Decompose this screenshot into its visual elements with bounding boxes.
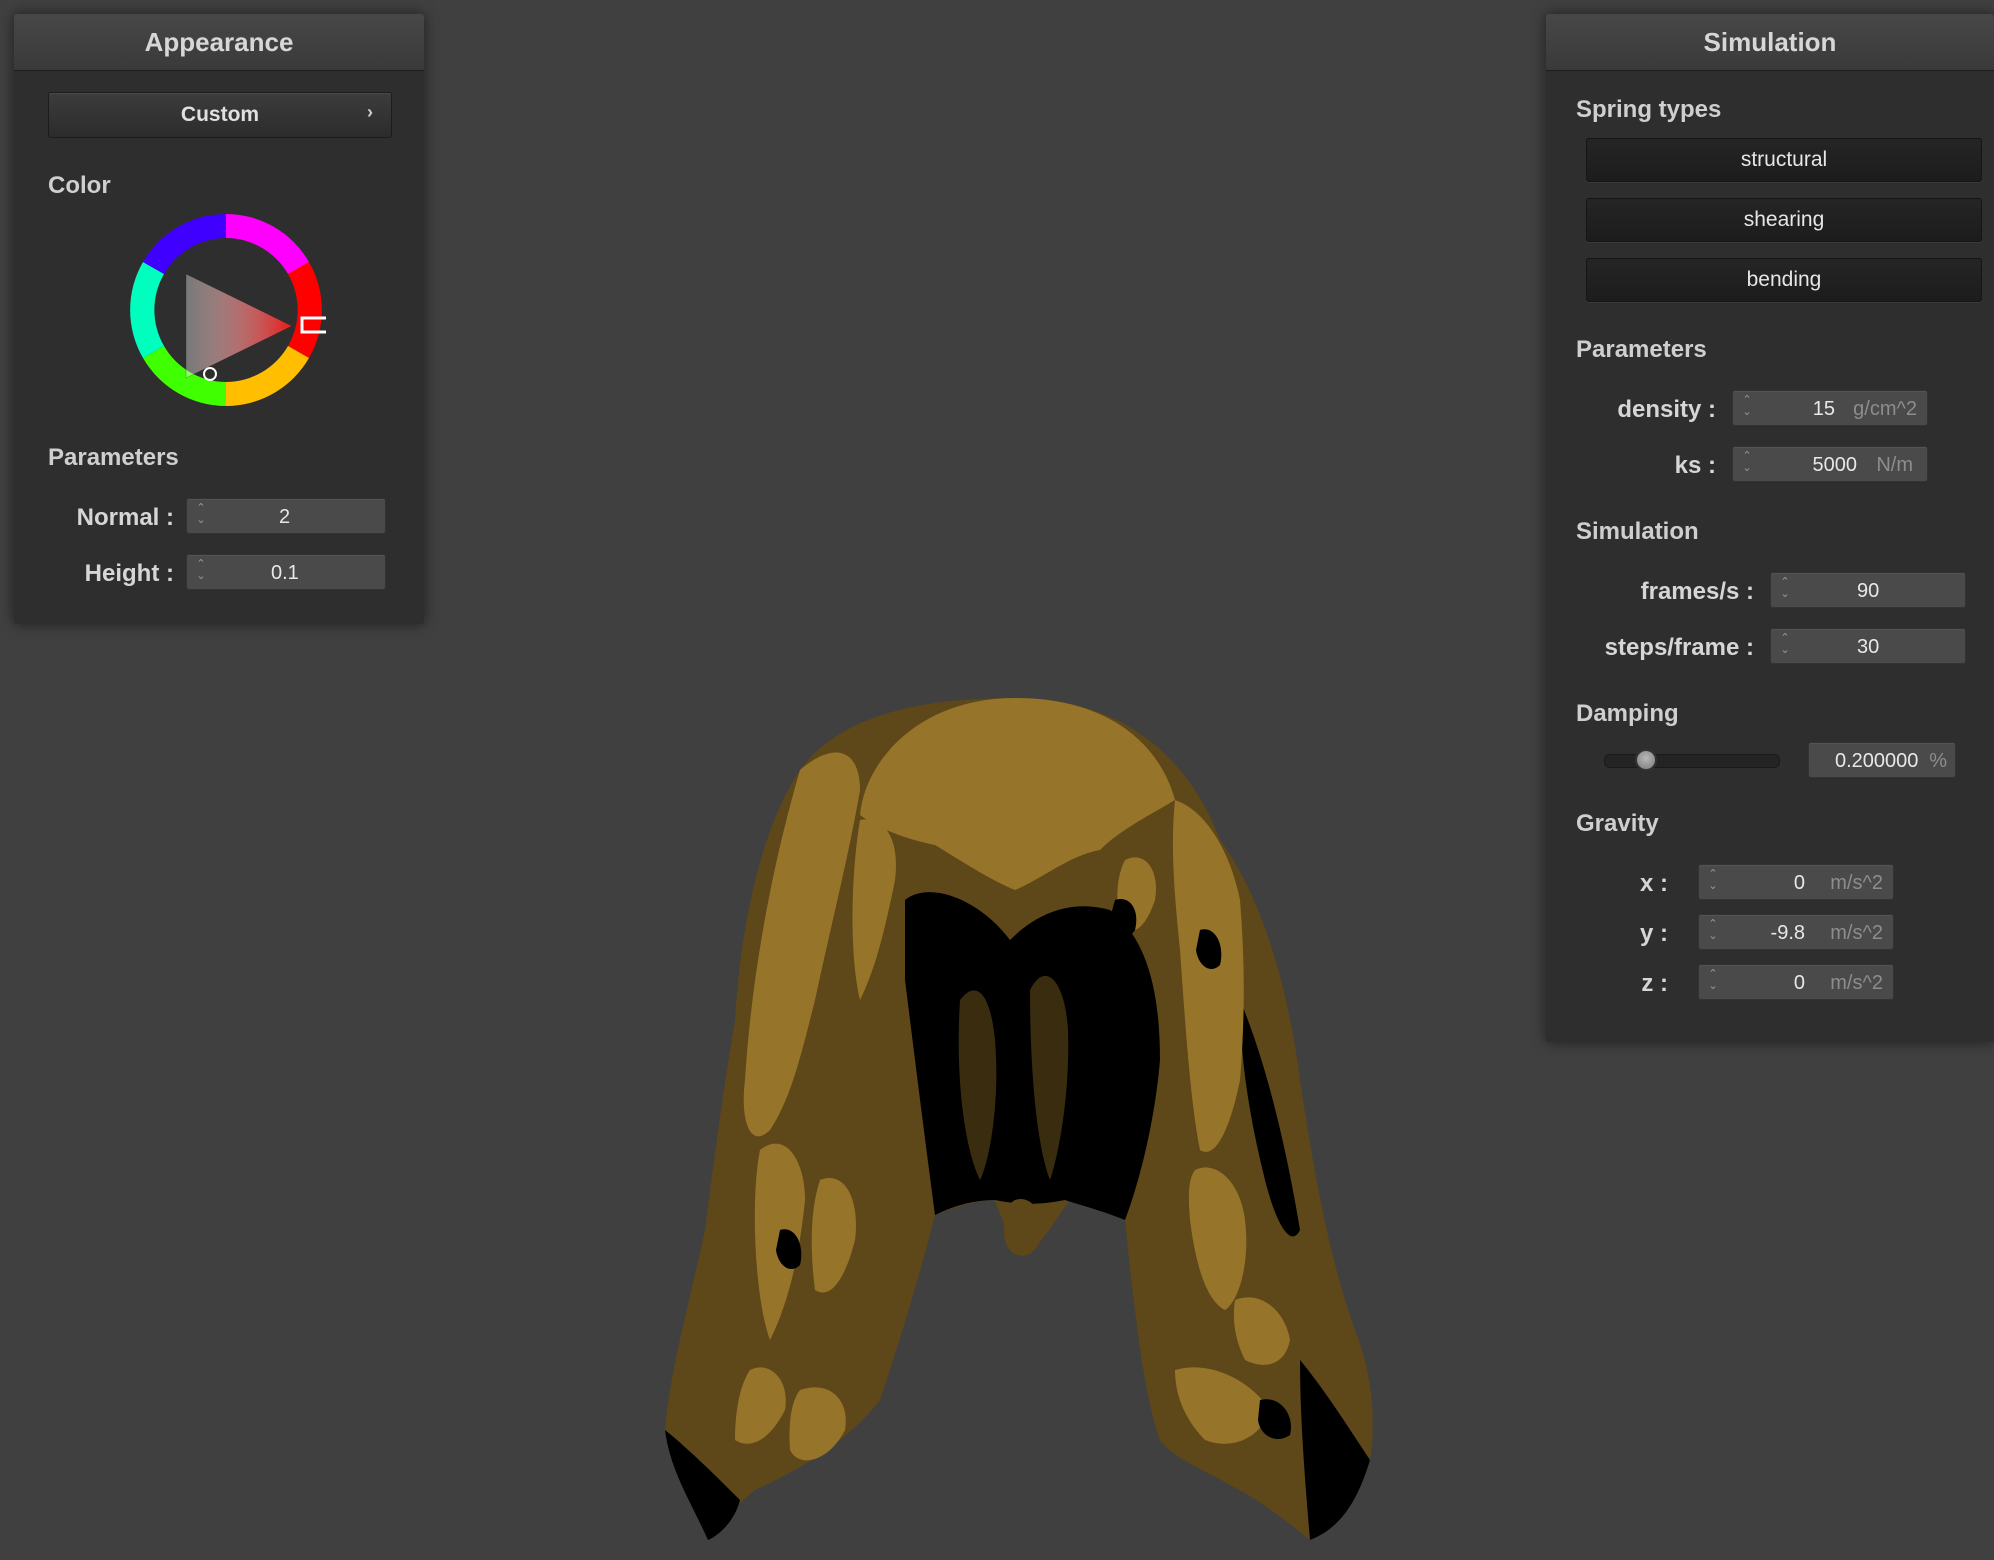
shearing-button[interactable]: shearing: [1586, 198, 1982, 242]
ks-spinner-icon[interactable]: ⌃ ⌄: [1741, 450, 1753, 478]
ks-input[interactable]: ⌃ ⌄ 5000 N/m: [1732, 446, 1928, 482]
gravity-y-spinner-icon[interactable]: ⌃ ⌄: [1707, 918, 1719, 946]
height-input[interactable]: ⌃ ⌄ 0.1: [186, 554, 386, 590]
normal-value: 2: [279, 506, 291, 528]
damping-slider[interactable]: [1604, 749, 1780, 771]
simulation-rate-title: Simulation: [1576, 518, 1699, 545]
density-input[interactable]: ⌃ ⌄ 15 g/cm^2: [1732, 390, 1928, 426]
steps-input[interactable]: ⌃ ⌄ 30: [1770, 628, 1966, 664]
damping-unit: %: [1929, 750, 1947, 772]
gravity-z-spinner-icon[interactable]: ⌃ ⌄: [1707, 968, 1719, 996]
gravity-title: Gravity: [1576, 810, 1659, 837]
gravity-y-label: y :: [1639, 920, 1668, 947]
gravity-y-value: -9.8: [1770, 922, 1805, 944]
preset-label: Custom: [180, 103, 260, 126]
steps-spinner-icon[interactable]: ⌃ ⌄: [1779, 632, 1791, 660]
height-value: 0.1: [271, 562, 299, 584]
color-section-title: Color: [48, 172, 111, 199]
ks-label: ks :: [1674, 452, 1716, 479]
gravity-z-input[interactable]: ⌃ ⌄ 0 m/s^2: [1698, 964, 1894, 1000]
damping-slider-thumb[interactable]: [1635, 749, 1658, 771]
simulation-panel: Simulation Spring types structural shear…: [1546, 14, 1994, 1042]
damping-title: Damping: [1576, 700, 1679, 727]
fps-input[interactable]: ⌃ ⌄ 90: [1770, 572, 1966, 608]
gravity-x-spinner-icon[interactable]: ⌃ ⌄: [1707, 868, 1719, 896]
fps-label: frames/s :: [1640, 578, 1754, 605]
normal-input[interactable]: ⌃ ⌄ 2: [186, 498, 386, 534]
damping-value: 0.200000: [1835, 750, 1919, 772]
fps-spinner-icon[interactable]: ⌃ ⌄: [1779, 576, 1791, 604]
fps-value: 90: [1857, 580, 1880, 602]
appearance-panel-title[interactable]: Appearance: [14, 14, 424, 71]
simulation-panel-title[interactable]: Simulation: [1546, 14, 1994, 71]
gravity-x-value: 0: [1793, 872, 1805, 894]
spring-types-title: Spring types: [1576, 96, 1722, 123]
height-label: Height :: [84, 560, 174, 587]
normal-label: Normal :: [76, 504, 174, 531]
damping-input[interactable]: 0.200000 %: [1808, 742, 1956, 778]
steps-label: steps/frame :: [1604, 634, 1754, 661]
bending-button[interactable]: bending: [1586, 258, 1982, 302]
gravity-x-unit: m/s^2: [1830, 872, 1883, 894]
density-unit: g/cm^2: [1853, 398, 1917, 420]
appearance-panel: Appearance Custom › Color Parameters Nor…: [14, 14, 424, 624]
normal-spinner-icon[interactable]: ⌃ ⌄: [195, 502, 207, 530]
height-spinner-icon[interactable]: ⌃ ⌄: [195, 558, 207, 586]
chevron-right-icon: ›: [367, 102, 373, 122]
ks-value: 5000: [1812, 454, 1858, 476]
appearance-parameters-title: Parameters: [48, 444, 179, 471]
color-wheel[interactable]: [126, 210, 326, 410]
gravity-x-label: x :: [1639, 870, 1668, 897]
density-label: density :: [1617, 396, 1716, 423]
gravity-z-label: z :: [1641, 970, 1668, 997]
simulation-parameters-title: Parameters: [1576, 336, 1707, 363]
gravity-z-unit: m/s^2: [1830, 972, 1883, 994]
gravity-y-unit: m/s^2: [1830, 922, 1883, 944]
ks-unit: N/m: [1876, 454, 1913, 476]
structural-button[interactable]: structural: [1586, 138, 1982, 182]
density-value: 15: [1812, 398, 1835, 420]
preset-button[interactable]: Custom ›: [48, 92, 392, 138]
gravity-x-input[interactable]: ⌃ ⌄ 0 m/s^2: [1698, 864, 1894, 900]
gravity-y-input[interactable]: ⌃ ⌄ -9.8 m/s^2: [1698, 914, 1894, 950]
gravity-z-value: 0: [1793, 972, 1805, 994]
density-spinner-icon[interactable]: ⌃ ⌄: [1741, 394, 1753, 422]
color-selector-marker[interactable]: [203, 367, 217, 381]
steps-value: 30: [1857, 636, 1880, 658]
